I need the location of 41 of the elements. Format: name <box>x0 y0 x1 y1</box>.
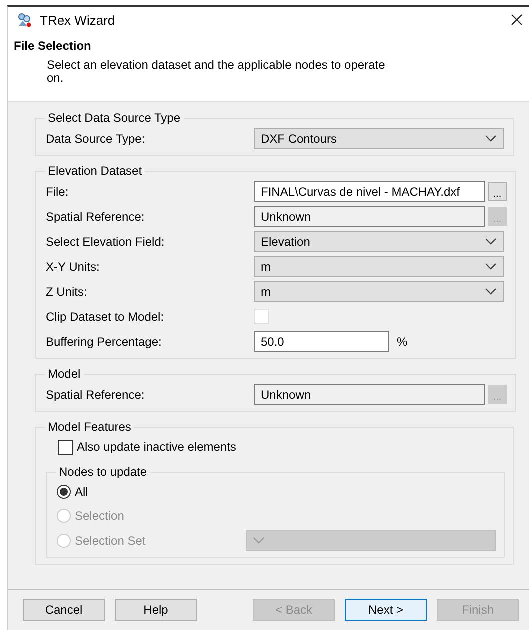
close-icon[interactable] <box>511 14 523 26</box>
dropdown[interactable]: m <box>254 256 504 277</box>
group-title: Nodes to update <box>58 465 148 479</box>
radio-label: All <box>75 485 88 499</box>
dropdown[interactable]: Elevation <box>254 231 504 252</box>
number-field[interactable]: 50.0 <box>254 331 389 352</box>
group-title: Model <box>47 367 82 381</box>
group-title: Select Data Source Type <box>47 111 182 125</box>
field-label: Clip Dataset to Model: <box>46 310 166 324</box>
field-label: Z Units: <box>46 284 88 298</box>
checkbox-label: Also update inactive elements <box>77 440 236 454</box>
caret-icon <box>485 238 497 245</box>
group-title: Elevation Dataset <box>47 164 144 178</box>
caret-icon <box>485 263 497 270</box>
dropdown[interactable]: m <box>254 281 504 302</box>
field-label: File: <box>46 184 70 198</box>
app-icon <box>17 12 33 28</box>
window-title: TRex Wizard <box>40 12 116 28</box>
group-title: Model Features <box>47 420 132 434</box>
browse-button[interactable]: ... <box>488 182 507 201</box>
field-label: Data Source Type: <box>46 132 146 146</box>
caret-icon <box>485 135 497 142</box>
field-label: Spatial Reference: <box>46 388 146 402</box>
field-label: X-Y Units: <box>46 260 101 274</box>
radio-button[interactable] <box>57 485 71 499</box>
wizard-button[interactable]: Next > <box>345 599 427 621</box>
dropdown[interactable]: DXF Contours <box>254 128 504 149</box>
field-label: Select Elevation Field: <box>46 234 166 248</box>
unit-label: % <box>397 334 408 348</box>
caret-icon <box>253 537 265 544</box>
page-description: Select an elevation dataset and the applicable nodes to operate on. <box>47 59 386 85</box>
radio-label: Selection Set <box>75 534 146 548</box>
text-field[interactable]: FINAL\Curvas de nivel - MACHAY.dxf <box>254 181 485 202</box>
wizard-button[interactable]: Cancel <box>23 599 105 621</box>
field-label: Spatial Reference: <box>46 210 146 224</box>
field-label: Buffering Percentage: <box>46 334 163 348</box>
radio-label: Selection <box>75 509 124 523</box>
page-title: File Selection <box>14 39 92 53</box>
checkbox[interactable] <box>58 440 73 454</box>
caret-icon <box>485 288 497 295</box>
wizard-button[interactable]: Help <box>115 599 197 621</box>
